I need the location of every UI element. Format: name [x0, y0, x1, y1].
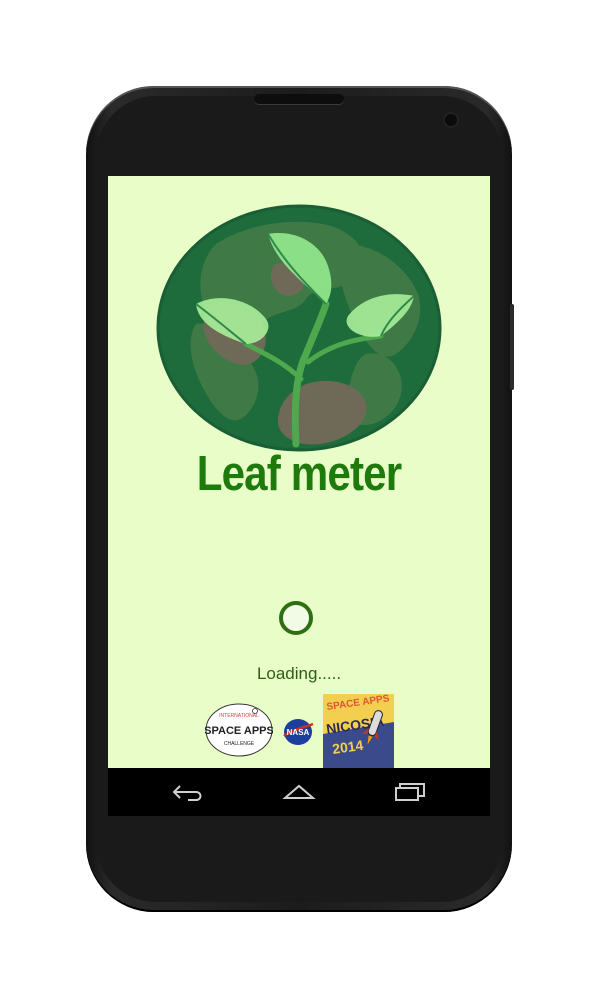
home-button[interactable] [279, 780, 319, 804]
loading-text: Loading..... [256, 664, 342, 683]
space-apps-badge: INTERNATIONAL SPACE APPS CHALLENGE [204, 703, 274, 757]
leaf-globe-logo [156, 204, 442, 452]
android-navigation-bar [108, 768, 490, 816]
front-camera [445, 114, 457, 126]
space-apps-bottom-text: CHALLENGE [224, 741, 255, 747]
space-apps-main-text: SPACE APPS [205, 725, 273, 737]
back-button[interactable] [168, 780, 208, 804]
power-button[interactable] [510, 304, 514, 390]
space-apps-top-text: INTERNATIONAL [219, 713, 259, 719]
nasa-logo: NASA [282, 718, 314, 746]
home-icon [282, 784, 316, 799]
nasa-text: NASA [287, 728, 310, 737]
loading-spinner [279, 601, 313, 635]
app-title: Leaf meter [196, 447, 402, 501]
recents-button[interactable] [390, 780, 430, 804]
back-icon [172, 785, 202, 801]
recents-icon [395, 783, 425, 801]
app-screen: Leaf meter Loading..... INTERNATIONAL SP… [108, 176, 490, 768]
earpiece-speaker [254, 94, 344, 104]
nicosia-2014-poster: SPACE APPS NICOSIA 2014 [323, 694, 394, 768]
